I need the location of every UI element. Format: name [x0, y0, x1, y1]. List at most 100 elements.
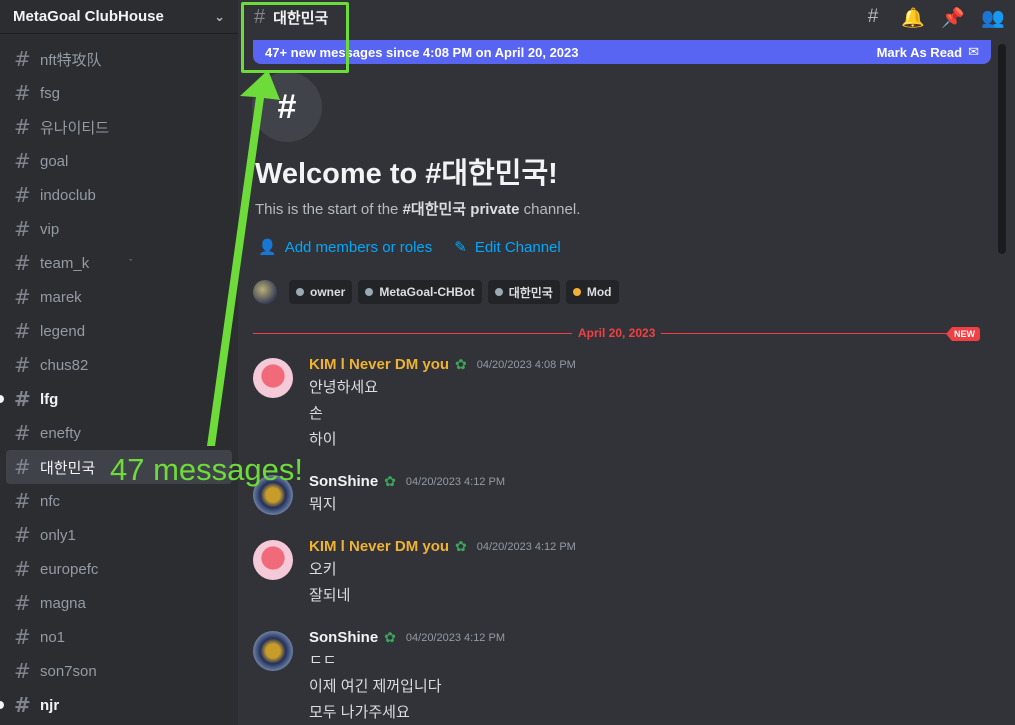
- channel-label: fsg: [40, 84, 61, 102]
- welcome-actions: 👤 Add members or roles ✎ Edit Channel: [258, 238, 561, 257]
- hash-icon: #: [14, 217, 31, 241]
- channel-label: njr: [40, 696, 60, 714]
- avatar[interactable]: [253, 280, 277, 304]
- hash-icon: #: [14, 81, 31, 105]
- new-messages-text[interactable]: 47+ new messages since 4:08 PM on April …: [265, 45, 877, 60]
- hash-icon: #: [14, 183, 31, 207]
- new-messages-bar[interactable]: 47+ new messages since 4:08 PM on April …: [253, 40, 991, 64]
- message-author[interactable]: KIM l Never DM you: [309, 356, 449, 373]
- channel-item[interactable]: # 유나이티드: [6, 110, 232, 144]
- channel-item[interactable]: # indoclub: [6, 178, 232, 212]
- hash-icon: #: [14, 557, 31, 581]
- channel-label: marek: [40, 288, 82, 306]
- channel-label: only1: [40, 526, 76, 544]
- role-name: owner: [310, 285, 346, 299]
- channel-item[interactable]: # legend: [6, 314, 232, 348]
- hash-icon: #: [14, 421, 31, 445]
- sprout-badge-icon: ✿: [455, 356, 467, 372]
- channel-item[interactable]: # nft特攻队: [6, 42, 232, 76]
- server-name: MetaGoal ClubHouse: [13, 8, 164, 25]
- message-author[interactable]: SonShine: [309, 629, 378, 646]
- hash-icon: #: [14, 625, 31, 649]
- channel-item[interactable]: # marek: [6, 280, 232, 314]
- message-author[interactable]: KIM l Never DM you: [309, 538, 449, 555]
- role-pill[interactable]: Mod: [565, 280, 619, 304]
- channel-item[interactable]: # europefc: [6, 552, 232, 586]
- channel-item[interactable]: # goal: [6, 144, 232, 178]
- message-timestamp: 04/20/2023 4:12 PM: [405, 475, 505, 488]
- channel-label: no1: [40, 628, 66, 646]
- unread-indicator: [0, 701, 4, 709]
- message-header: SonShine ✿ 04/20/2023 4:12 PM: [309, 629, 505, 646]
- channel-label: chus82: [40, 356, 89, 374]
- message-timestamp: 04/20/2023 4:08 PM: [476, 358, 576, 371]
- sprout-badge-icon: ✿: [384, 473, 396, 489]
- channel-label: nft特攻队: [40, 51, 102, 69]
- mark-read-icon: ✉: [968, 44, 979, 59]
- threads-icon[interactable]: #: [861, 6, 885, 30]
- channel-label: team_k: [40, 254, 90, 272]
- channel-item[interactable]: # fsg: [6, 76, 232, 110]
- message-author[interactable]: SonShine: [309, 473, 378, 490]
- message-text: 이제 여긴 제꺼입니다: [309, 678, 442, 695]
- hash-icon: #: [14, 489, 31, 513]
- avatar[interactable]: [253, 358, 293, 398]
- channel-list: # nft特攻队 # fsg # 유나이티드 # goal # indoclub # vip…: [0, 34, 238, 722]
- bell-icon[interactable]: 🔔: [901, 6, 925, 30]
- highlight-box: [241, 2, 349, 73]
- role-name: 대한민국: [508, 285, 553, 300]
- sparkle-icon: ˇ: [129, 258, 133, 268]
- channel-item[interactable]: # vip: [6, 212, 232, 246]
- chevron-down-icon[interactable]: ⌄: [214, 9, 225, 25]
- channel-item[interactable]: # only1: [6, 518, 232, 552]
- sprout-badge-icon: ✿: [384, 629, 396, 645]
- channel-label: nfc: [40, 492, 61, 510]
- hash-icon: #: [14, 693, 31, 717]
- role-name: MetaGoal-CHBot: [379, 285, 475, 299]
- mark-as-read-label: Mark As Read: [876, 44, 963, 60]
- channel-label: son7son: [40, 662, 97, 680]
- pin-icon[interactable]: 📌: [941, 6, 965, 30]
- channel-item[interactable]: # chus82: [6, 348, 232, 382]
- channel-sidebar: MetaGoal ClubHouse ⌄ # nft特攻队 # fsg # 유나이티드…: [0, 0, 238, 725]
- channel-item-unread[interactable]: # lfg: [0, 382, 232, 416]
- message-header: KIM l Never DM you ✿ 04/20/2023 4:12 PM: [309, 538, 576, 555]
- add-members-button[interactable]: 👤 Add members or roles: [258, 238, 432, 257]
- edit-channel-button[interactable]: ✎ Edit Channel: [454, 238, 560, 257]
- channel-label: lfg: [40, 390, 59, 408]
- discord-window: MetaGoal ClubHouse ⌄ # nft特攻队 # fsg # 유나이티드…: [0, 0, 1015, 725]
- hash-icon: #: [14, 455, 31, 479]
- role-pill[interactable]: MetaGoal-CHBot: [358, 280, 482, 304]
- role-pill[interactable]: owner: [289, 280, 353, 304]
- new-tag: NEW: [946, 327, 980, 341]
- hash-icon: #: [14, 115, 31, 139]
- welcome-sub-private: private: [470, 201, 520, 218]
- role-name: Mod: [586, 285, 612, 299]
- channel-item[interactable]: # magna: [6, 586, 232, 620]
- annotation-label: 47 messages!: [110, 452, 303, 487]
- channel-item[interactable]: # team_k ˇ: [6, 246, 232, 280]
- channel-item[interactable]: # son7son: [6, 654, 232, 688]
- channel-lock-icon: #: [252, 72, 322, 142]
- channel-item-unread[interactable]: # njr: [0, 688, 232, 722]
- chat-scrollbar[interactable]: [998, 44, 1006, 254]
- toolbar-icons: # 🔔 📌 👥: [861, 6, 1005, 30]
- message-text: 뭐지: [309, 496, 337, 513]
- role-color-dot: [572, 288, 581, 296]
- channel-label: magna: [40, 594, 86, 612]
- channel-item[interactable]: # no1: [6, 620, 232, 654]
- avatar[interactable]: [253, 540, 293, 580]
- members-icon[interactable]: 👥: [981, 6, 1005, 30]
- channel-item[interactable]: # enefty: [6, 416, 232, 450]
- mark-as-read-button[interactable]: Mark As Read ✉: [877, 44, 979, 60]
- channel-label: legend: [40, 322, 86, 340]
- avatar[interactable]: [253, 631, 293, 671]
- channel-label: 대한민국: [40, 459, 96, 477]
- hash-icon: #: [14, 319, 31, 343]
- server-header[interactable]: MetaGoal ClubHouse ⌄: [0, 0, 238, 34]
- hash-icon: #: [14, 47, 31, 71]
- add-user-icon: 👤: [258, 239, 277, 256]
- channel-topbar: # 대한민국 # 🔔 📌 👥: [238, 0, 1015, 34]
- role-pill[interactable]: 대한민국: [487, 280, 560, 304]
- channel-item[interactable]: # nfc: [6, 484, 232, 518]
